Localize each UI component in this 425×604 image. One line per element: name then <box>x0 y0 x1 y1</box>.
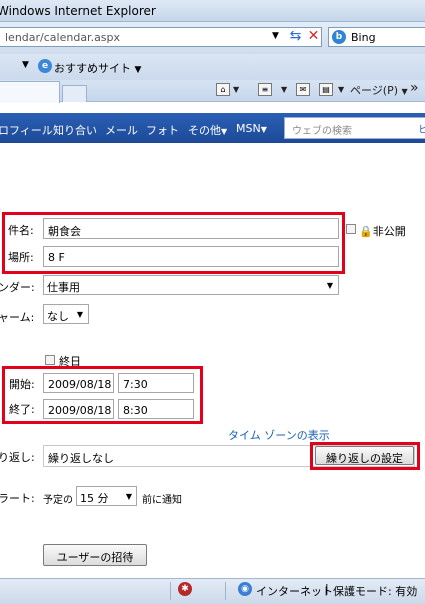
alarm-select[interactable]: なし ▼ <box>43 304 89 324</box>
location-label: 場所: <box>8 251 34 264</box>
security-zone-text: インターネット <box>256 585 333 598</box>
invite-users-button[interactable]: ユーザーの招待 <box>43 544 147 566</box>
nav-more[interactable]: その他▼ <box>188 122 227 138</box>
suggested-sites-link[interactable]: おすすめサイト ▼ <box>54 60 141 76</box>
home-icon[interactable]: ⌂ <box>216 83 230 96</box>
start-label: 開始: <box>9 378 35 391</box>
nav-friends[interactable]: 知り合い <box>53 122 97 138</box>
stop-icon[interactable]: ✕ <box>305 28 322 45</box>
calendar-select[interactable]: 仕事用 ▼ <box>43 275 339 295</box>
title-bar: Windows Internet Explorer <box>0 0 425 22</box>
calendar-label: ンダー: <box>0 281 35 294</box>
nav-photos[interactable]: フォト <box>146 122 179 138</box>
print-dropdown-icon[interactable]: ▼ <box>338 85 344 94</box>
location-input[interactable]: 8 F <box>43 246 339 267</box>
status-pipe: | <box>325 582 329 595</box>
web-search-input[interactable]: ウェブの検索 <box>284 117 425 139</box>
privacy-report-icon[interactable]: ✱ <box>178 582 192 596</box>
alert-suffix: 前に通知 <box>142 495 182 506</box>
feeds-dropdown-icon[interactable]: ▼ <box>281 85 287 94</box>
internet-zone-icon: ◉ <box>238 582 252 596</box>
more-commands-icon[interactable]: » <box>410 80 419 96</box>
status-separator <box>225 582 226 600</box>
print-icon[interactable]: ▤ <box>319 83 333 96</box>
private-label: 🔒非公開 <box>359 225 406 238</box>
private-checkbox[interactable] <box>346 224 356 234</box>
lock-icon: 🔒 <box>359 225 373 238</box>
start-time-input[interactable]: 7:30 <box>118 373 194 393</box>
ie-favorite-icon: e <box>38 59 52 73</box>
end-date-input[interactable]: 2009/08/18 <box>43 399 114 419</box>
new-tab-button[interactable] <box>62 85 87 102</box>
feeds-icon[interactable]: ≡ <box>258 83 272 96</box>
allday-checkbox[interactable] <box>45 355 55 365</box>
subject-input[interactable]: 朝食会 <box>43 218 339 239</box>
chevron-down-icon: ▼ <box>125 492 132 501</box>
alert-prefix: 予定の <box>43 495 73 506</box>
favorites-dropdown-icon[interactable]: ▼ <box>22 60 29 70</box>
refresh-icon[interactable]: ⇆ <box>287 28 304 45</box>
bing-icon: b <box>332 30 346 44</box>
nav-profile[interactable]: ロフィール <box>0 122 53 138</box>
address-dropdown-icon[interactable]: ▼ <box>272 31 279 41</box>
address-url: lendar/calendar.aspx <box>5 31 121 44</box>
search-provider: Bing <box>351 31 376 44</box>
tab-active[interactable] <box>0 81 60 103</box>
timezone-link[interactable]: タイム ゾーンの表示 <box>228 427 330 443</box>
window-title: Windows Internet Explorer <box>0 4 156 18</box>
status-separator <box>170 582 171 600</box>
alert-time-select[interactable]: 15 分 ▼ <box>76 486 137 506</box>
nav-mail[interactable]: メール <box>105 122 138 138</box>
mail-icon[interactable]: ✉ <box>296 83 310 96</box>
end-label: 終了: <box>9 403 35 416</box>
alert-label: ラート: <box>0 492 35 505</box>
chevron-down-icon: ▼ <box>326 281 333 290</box>
end-time-input[interactable]: 8:30 <box>118 399 194 419</box>
start-date-input[interactable]: 2009/08/18 <box>43 373 114 393</box>
alarm-label: ャーム: <box>0 311 35 324</box>
nav-msn[interactable]: MSN▼ <box>236 122 267 135</box>
repeat-settings-button[interactable]: 繰り返しの設定 <box>315 446 414 465</box>
home-dropdown-icon[interactable]: ▼ <box>233 85 239 94</box>
chevron-down-icon: ▼ <box>76 310 83 319</box>
page-menu[interactable]: ページ(P) ▼ <box>350 82 408 98</box>
web-search-button-text[interactable]: ヒ <box>418 121 425 136</box>
subject-label: 件名: <box>8 224 34 237</box>
protected-mode-text: 保護モード: 有効 <box>333 585 418 598</box>
repeat-label: り返し: <box>0 451 35 464</box>
